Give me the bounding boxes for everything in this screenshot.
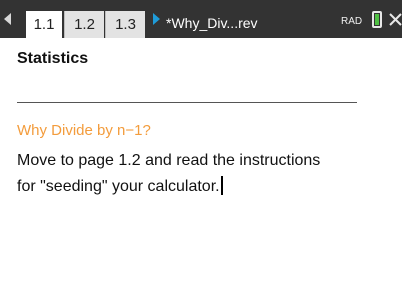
- doc-arrow-icon[interactable]: [153, 13, 160, 25]
- tab-label: 1.3: [115, 16, 136, 33]
- top-bar: 1.1 1.2 1.3 *Why_Div...rev RAD: [0, 0, 402, 38]
- instructions-line-2: for "seeding" your calculator.: [17, 178, 220, 195]
- activity-subtitle: Why Divide by n−1?: [17, 122, 151, 139]
- battery-icon: [372, 11, 382, 28]
- tab-1-2[interactable]: 1.2: [64, 11, 104, 38]
- tab-label: 1.1: [33, 16, 55, 33]
- tab-1-3[interactable]: 1.3: [105, 11, 145, 38]
- tab-label: 1.2: [74, 16, 95, 33]
- tab-1-1[interactable]: 1.1: [26, 11, 62, 38]
- document-title[interactable]: *Why_Div...rev: [166, 12, 258, 34]
- text-cursor: [220, 176, 223, 195]
- instructions-line-1: Move to page 1.2 and read the instructio…: [17, 152, 321, 169]
- left-arrow-icon[interactable]: [4, 13, 11, 25]
- page-heading: Statistics: [17, 50, 89, 67]
- close-icon[interactable]: [388, 10, 402, 28]
- instructions-text[interactable]: Move to page 1.2 and read the instructio…: [17, 148, 387, 200]
- angle-mode-indicator: RAD: [341, 16, 363, 27]
- divider: [17, 102, 357, 103]
